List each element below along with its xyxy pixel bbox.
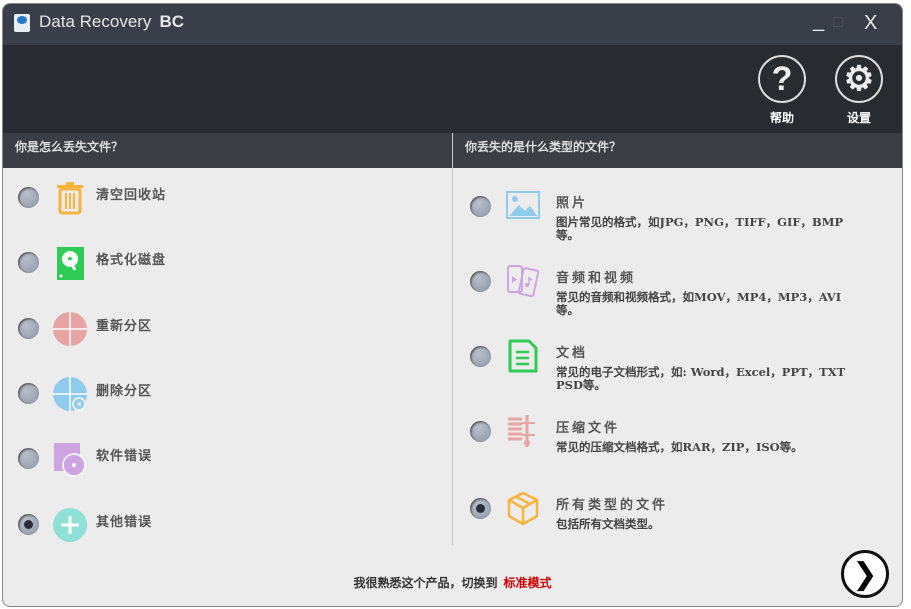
settings-button[interactable]: ⚙ 设置 (833, 55, 885, 126)
box-icon (505, 490, 541, 526)
help-label: 帮助 (769, 111, 794, 125)
trash-icon (52, 180, 88, 216)
file-type-radio[interactable] (470, 346, 491, 367)
document-icon (505, 338, 541, 374)
media-icon (505, 263, 541, 299)
file-type-radio[interactable] (470, 196, 491, 217)
app-logo-icon (14, 14, 30, 32)
file-type-title: 所有类型的文件 (556, 498, 669, 513)
maximize-button[interactable]: □ (833, 14, 843, 32)
toolbar: ? 帮助 ⚙ 设置 (3, 45, 902, 133)
loss-reason-label: 软件错误 (96, 449, 153, 465)
file-type-radio[interactable] (470, 271, 491, 292)
footer: 我很熟悉这个产品，切换到 标准模式 (3, 574, 902, 591)
loss-reason-label: 重新分区 (96, 318, 153, 334)
file-type-heading: 你丢失的是什么类型的文件？ (453, 133, 902, 168)
file-type-radio[interactable] (470, 421, 491, 442)
window-title: Data Recovery BC (39, 12, 184, 32)
loss-reason-heading: 你是怎么丢失文件？ (3, 133, 452, 168)
loss-reason-label: 其他错误 (96, 514, 153, 530)
file-type-title: 照片 (556, 196, 589, 211)
hard-disk-icon (52, 245, 88, 281)
close-button[interactable]: X (864, 12, 877, 35)
delete-partition-icon (52, 376, 88, 412)
file-type-description: 包括所有文档类型。 (556, 517, 660, 531)
title-suffix: BC (159, 12, 184, 31)
loss-reason-radio[interactable] (18, 448, 39, 470)
file-type-title: 音频和视频 (556, 271, 637, 286)
file-type-title: 文档 (556, 346, 589, 361)
settings-label: 设置 (846, 111, 871, 125)
file-type-title: 压缩文件 (556, 421, 621, 436)
loss-reason-label: 清空回收站 (96, 188, 167, 203)
file-type-description: 常见的压缩文档格式，如RAR，ZIP，ISO等。 (556, 440, 803, 454)
app-window: Data Recovery BC _ □ X ? 帮助 ⚙ 设置 你是怎么丢失文件… (2, 3, 903, 607)
file-type-description: 常见的音频和视频格式，如MOV，MP4，MP3，AVI等。 (556, 290, 842, 317)
loss-reason-label: 格式化磁盘 (96, 253, 167, 269)
software-error-icon (52, 441, 88, 477)
loss-reason-radio[interactable] (18, 317, 39, 339)
title-bar: Data Recovery BC _ □ X (3, 4, 902, 45)
archive-icon (505, 413, 541, 449)
footer-text: 我很熟悉这个产品，切换到 (353, 576, 498, 590)
loss-reason-radio[interactable] (18, 252, 39, 274)
minimize-button[interactable]: _ (813, 10, 824, 33)
loss-reason-radio[interactable] (18, 382, 39, 404)
standard-mode-link[interactable]: 标准模式 (504, 576, 552, 590)
loss-reason-label: 删除分区 (96, 383, 153, 399)
loss-reason-radio[interactable] (18, 513, 39, 535)
file-type-description: 常见的电子文档形式，如: Word，Excel，PPT，TXT PSD等。 (556, 365, 846, 392)
file-type-description: 图片常见的格式，如JPG，PNG，TIFF，GIF，BMP等。 (556, 215, 844, 242)
plus-icon (52, 507, 88, 543)
partition-icon (52, 311, 88, 347)
image-icon (505, 188, 541, 224)
gear-icon: ⚙ (835, 55, 883, 103)
loss-reason-radio[interactable] (18, 187, 39, 208)
divider (452, 133, 453, 545)
title-text: Data Recovery (39, 12, 152, 31)
help-button[interactable]: ? 帮助 (756, 55, 808, 126)
next-button[interactable]: ❯ (841, 550, 889, 598)
file-type-radio[interactable] (470, 498, 491, 519)
help-icon: ? (758, 55, 806, 103)
